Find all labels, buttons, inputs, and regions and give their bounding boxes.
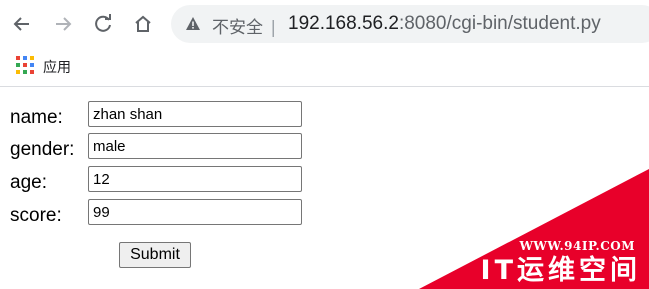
apps-bookmark-label[interactable]: 应用 [43, 57, 71, 77]
form-row-gender: gender: [0, 133, 320, 163]
bookmarks-bar: 应用 [0, 48, 649, 87]
age-input[interactable] [88, 166, 302, 192]
name-input[interactable] [88, 101, 302, 127]
score-input[interactable] [88, 199, 302, 225]
security-status-label[interactable]: 不安全 | [212, 13, 276, 38]
warning-triangle-icon [186, 17, 200, 30]
browser-toolbar: 不安全 | 192.168.56.2:8080/cgi-bin/student.… [0, 0, 649, 48]
home-button[interactable] [129, 10, 157, 38]
age-label: age: [10, 172, 47, 193]
gender-input[interactable] [88, 133, 302, 159]
home-icon [135, 15, 151, 32]
reload-icon [95, 14, 111, 32]
submit-button[interactable]: Submit [119, 242, 191, 268]
form-row-score: score: [0, 199, 320, 229]
omnibox-separator: | [270, 18, 277, 38]
reload-button[interactable] [89, 10, 117, 38]
url-text[interactable]: 192.168.56.2:8080/cgi-bin/student.py [288, 13, 601, 35]
apps-grid-icon[interactable] [16, 56, 34, 74]
back-button[interactable] [8, 10, 36, 38]
name-label: name: [10, 107, 63, 128]
gender-label: gender: [10, 139, 75, 160]
arrow-right-icon [56, 17, 72, 31]
form-row-age: age: [0, 166, 320, 196]
watermark-brand: IT运维空间 [480, 255, 641, 286]
form-row-name: name: [0, 101, 320, 131]
score-label: score: [10, 205, 62, 226]
url-host: 192.168.56.2 [288, 13, 399, 34]
forward-button[interactable] [49, 10, 77, 38]
watermark: WWW.94IP.COM IT运维空间 [419, 169, 649, 289]
url-path: :8080/cgi-bin/student.py [398, 13, 601, 34]
address-bar[interactable]: 不安全 | 192.168.56.2:8080/cgi-bin/student.… [171, 5, 649, 43]
arrow-left-icon [13, 17, 29, 31]
